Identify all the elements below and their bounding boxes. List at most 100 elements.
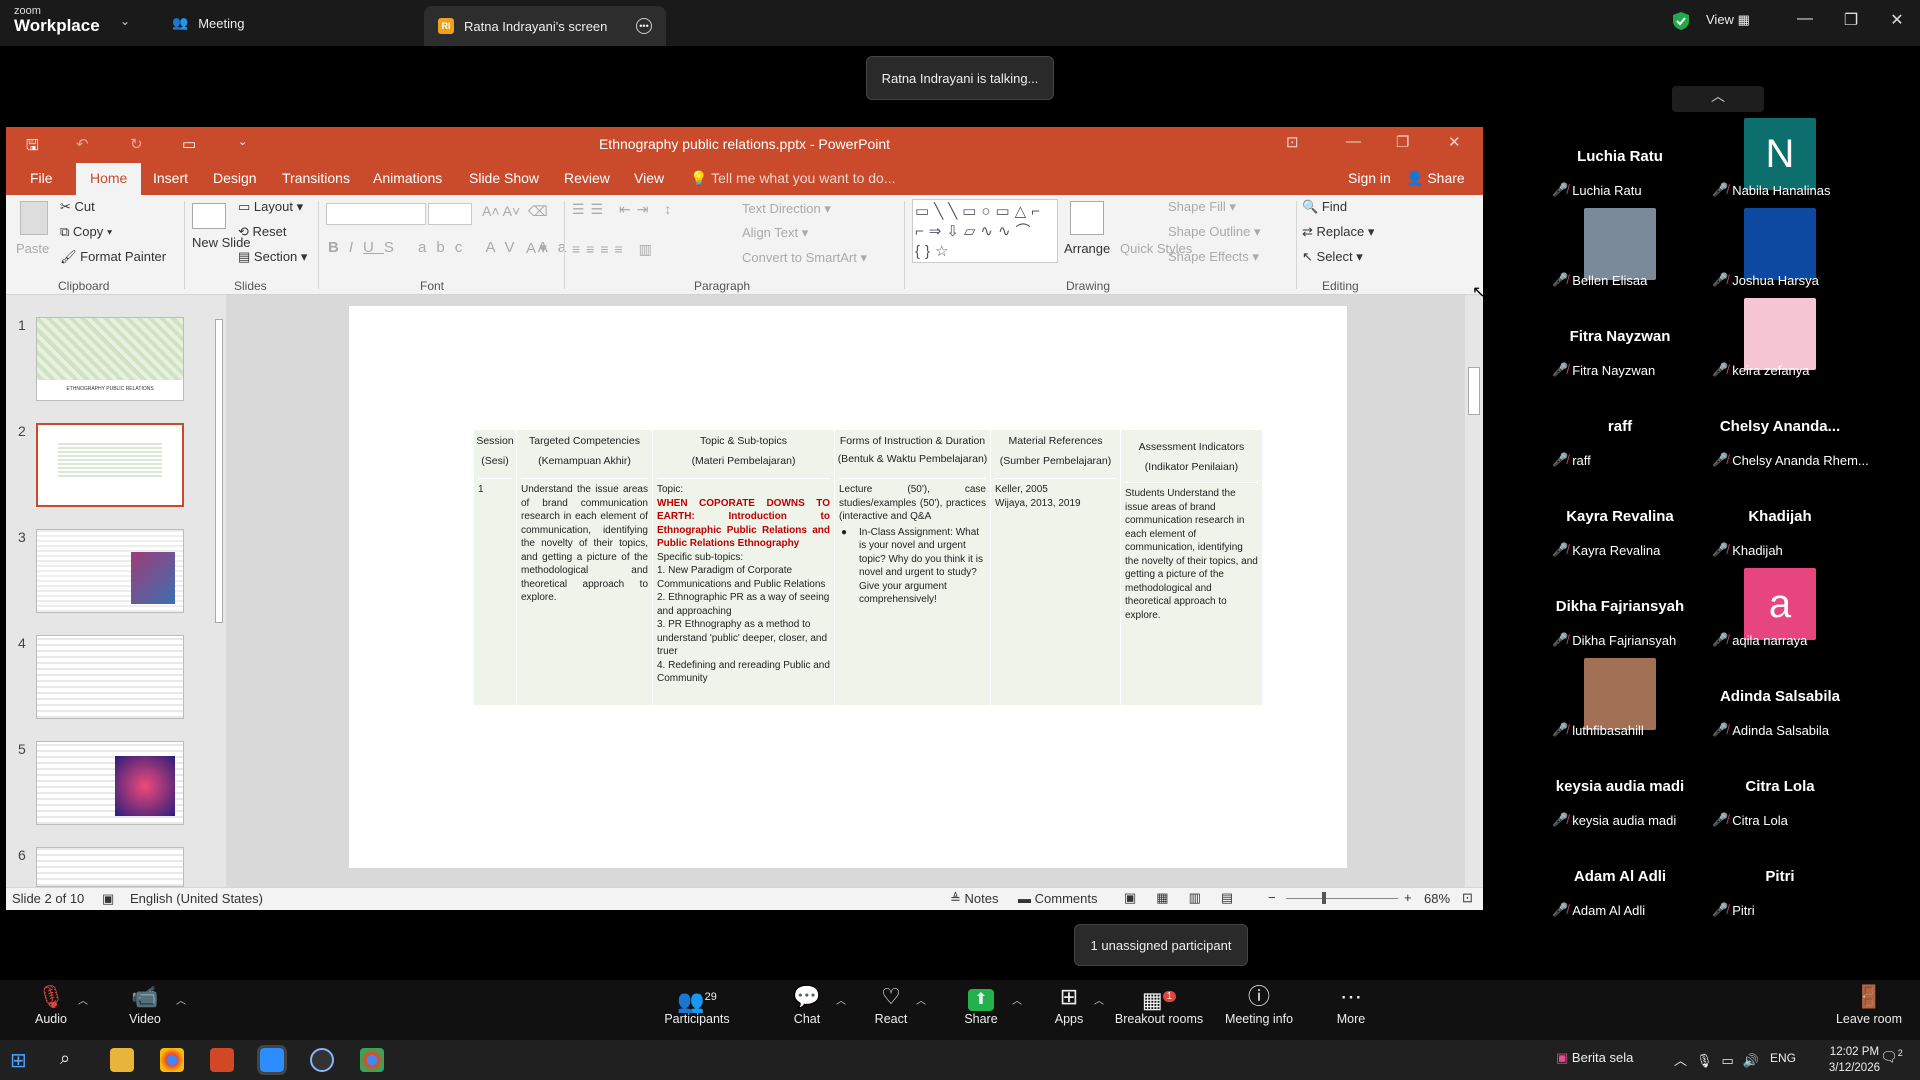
- zoom-level[interactable]: 68%: [1424, 891, 1450, 906]
- shape-effects-button[interactable]: Shape Effects ▾: [1168, 249, 1259, 265]
- alignment-buttons[interactable]: ≡≡≡≡ ▥: [572, 241, 658, 258]
- tab-meeting[interactable]: 👥 Meeting: [158, 0, 258, 46]
- font-size-dropdown[interactable]: [428, 203, 472, 225]
- ppt-restore-icon[interactable]: ❐: [1396, 133, 1409, 151]
- replace-button[interactable]: ⇄ Replace ▾: [1302, 224, 1374, 240]
- slide-thumbnail-3[interactable]: [36, 529, 184, 613]
- font-color-icon[interactable]: A ▾: [526, 239, 547, 257]
- chrome-profile-icon[interactable]: [360, 1048, 384, 1072]
- select-button[interactable]: ↖ Select ▾: [1302, 249, 1363, 265]
- leave-room-button[interactable]: 🚪 Leave room: [1824, 982, 1914, 1026]
- zoom-slider-thumb[interactable]: [1322, 892, 1326, 904]
- participant-tile[interactable]: 🎤̸ luthfibasahill: [1540, 658, 1700, 748]
- file-explorer-icon[interactable]: [110, 1048, 134, 1072]
- sign-in-link[interactable]: Sign in: [1348, 170, 1391, 186]
- ribbon-display-icon[interactable]: ⊡: [1286, 133, 1299, 151]
- slide-thumbnail-4[interactable]: [36, 635, 184, 719]
- system-tray-icons[interactable]: ︿🎙▭🔊: [1674, 1050, 1768, 1069]
- editor-scroll-thumb[interactable]: [1468, 367, 1480, 415]
- view-button[interactable]: View ▦: [1706, 12, 1750, 28]
- participant-tile[interactable]: raff 🎤̸ raff: [1540, 388, 1700, 478]
- minimize-icon[interactable]: —: [1790, 10, 1820, 28]
- tab-design[interactable]: Design: [213, 170, 257, 186]
- ppt-close-icon[interactable]: ✕: [1448, 133, 1461, 151]
- thumbnail-scrollbar[interactable]: [212, 305, 226, 885]
- scroll-thumb[interactable]: [215, 319, 223, 623]
- participant-tile[interactable]: Dikha Fajriansyah 🎤̸ Dikha Fajriansyah: [1540, 568, 1700, 658]
- participant-tile[interactable]: Citra Lola 🎤̸ Citra Lola: [1700, 748, 1860, 838]
- react-options-icon[interactable]: ︿: [916, 992, 926, 1007]
- reset-button[interactable]: ⟲ Reset: [238, 224, 287, 240]
- format-painter-button[interactable]: 🖌 Format Painter: [60, 249, 166, 265]
- news-widget[interactable]: ▣ Berita sela: [1556, 1050, 1633, 1066]
- participant-tile[interactable]: 🎤̸ keira zefanya: [1700, 298, 1860, 388]
- close-icon[interactable]: ✕: [1882, 10, 1912, 30]
- font-family-dropdown[interactable]: [326, 203, 426, 225]
- list-indent-buttons[interactable]: ☰☰ ⇤⇥ ↕: [572, 201, 677, 218]
- tab-home[interactable]: Home: [76, 163, 142, 195]
- chat-options-icon[interactable]: ︿: [836, 992, 846, 1007]
- paste-button[interactable]: Paste: [16, 241, 49, 256]
- zoom-out-icon[interactable]: −: [1268, 890, 1276, 905]
- more-button[interactable]: ⋯ More: [1306, 982, 1396, 1026]
- spellcheck-icon[interactable]: ▣: [102, 891, 114, 907]
- meeting-info-button[interactable]: ⓘ Meeting info: [1214, 982, 1304, 1026]
- participant-tile[interactable]: 🎤̸ Bellen Elisaa: [1540, 208, 1700, 298]
- participant-tile[interactable]: Fitra Nayzwan 🎤̸ Fitra Nayzwan: [1540, 298, 1700, 388]
- gallery-scroll-up-icon[interactable]: ︿: [1672, 86, 1764, 112]
- search-icon[interactable]: ⌕: [60, 1048, 70, 1069]
- powerpoint-icon[interactable]: [210, 1048, 234, 1072]
- zoom-taskbar-icon[interactable]: [257, 1045, 287, 1075]
- layout-button[interactable]: ▭ Layout ▾: [238, 199, 303, 215]
- tell-me-box[interactable]: 💡 Tell me what you want to do...: [690, 170, 896, 187]
- participant-tile[interactable]: keysia audia madi 🎤̸ keysia audia madi: [1540, 748, 1700, 838]
- participant-tile[interactable]: N 🎤̸ Nabila Hanalinas: [1700, 118, 1860, 208]
- participant-tile[interactable]: a 🎤̸ aqila narraya: [1700, 568, 1860, 658]
- arrange-button[interactable]: Arrange: [1064, 241, 1110, 256]
- participant-tile[interactable]: Adinda Salsabila 🎤̸ Adinda Salsabila: [1700, 658, 1860, 748]
- share-options-icon[interactable]: ︿: [1012, 992, 1022, 1007]
- language-indicator[interactable]: English (United States): [130, 891, 263, 906]
- slide-thumbnail-2-selected[interactable]: [36, 423, 184, 507]
- new-slide-icon[interactable]: [192, 203, 226, 229]
- tab-view[interactable]: View: [634, 170, 664, 186]
- tab-shared-screen[interactable]: RI Ratna Indrayani's screen •••: [424, 6, 666, 46]
- participant-tile[interactable]: Kayra Revalina 🎤̸ Kayra Revalina: [1540, 478, 1700, 568]
- shapes-gallery[interactable]: ▭╲╲▭○▭△⌐⌐⇒⇩▱∿∿⌒{}☆: [912, 199, 1058, 263]
- share-button[interactable]: 👤 Share: [1406, 170, 1465, 187]
- participants-button[interactable]: 👥29 Participants: [652, 982, 742, 1026]
- slide-thumbnail-6[interactable]: [36, 847, 184, 887]
- apps-options-icon[interactable]: ︿: [1094, 992, 1104, 1007]
- comments-button[interactable]: ▬ Comments: [1018, 891, 1097, 906]
- video-options-icon[interactable]: ︿: [176, 992, 186, 1007]
- audio-options-icon[interactable]: ︿: [78, 992, 88, 1007]
- chevron-down-icon[interactable]: ⌄: [120, 14, 130, 28]
- fit-slide-icon[interactable]: ⊡: [1462, 890, 1473, 906]
- shield-check-icon[interactable]: [1672, 11, 1690, 31]
- arrange-icon[interactable]: [1070, 201, 1104, 235]
- participant-tile[interactable]: Adam Al Adli 🎤̸ Adam Al Adli: [1540, 838, 1700, 928]
- zoom-in-icon[interactable]: +: [1404, 890, 1412, 905]
- shape-outline-button[interactable]: Shape Outline ▾: [1168, 224, 1261, 240]
- participant-tile[interactable]: Pitri 🎤̸ Pitri: [1700, 838, 1860, 928]
- more-options-icon[interactable]: •••: [636, 18, 652, 34]
- camera-app-icon[interactable]: [310, 1048, 334, 1072]
- tab-insert[interactable]: Insert: [153, 170, 188, 186]
- tab-review[interactable]: Review: [564, 170, 610, 186]
- ppt-minimize-icon[interactable]: —: [1346, 133, 1361, 150]
- convert-smartart-button[interactable]: Convert to SmartArt ▾: [742, 250, 867, 266]
- tab-transitions[interactable]: Transitions: [282, 170, 350, 186]
- section-button[interactable]: ▤ Section ▾: [238, 249, 307, 265]
- find-button[interactable]: 🔍 Find: [1302, 199, 1347, 215]
- participant-tile[interactable]: Luchia Ratu 🎤̸ Luchia Ratu: [1540, 118, 1700, 208]
- shape-fill-button[interactable]: Shape Fill ▾: [1168, 199, 1236, 215]
- tab-file[interactable]: File: [30, 170, 53, 186]
- participant-tile[interactable]: Khadijah 🎤̸ Khadijah: [1700, 478, 1860, 568]
- tab-animations[interactable]: Animations: [373, 170, 442, 186]
- notes-button[interactable]: ≜ Notes: [950, 891, 998, 907]
- participant-tile[interactable]: Chelsy Ananda... 🎤̸ Chelsy Ananda Rhem...: [1700, 388, 1869, 478]
- view-mode-buttons[interactable]: ▣▦▥▤: [1124, 890, 1253, 906]
- cut-button[interactable]: ✂ Cut: [60, 199, 95, 215]
- tab-slide-show[interactable]: Slide Show: [469, 170, 539, 186]
- align-text-button[interactable]: Align Text ▾: [742, 225, 808, 241]
